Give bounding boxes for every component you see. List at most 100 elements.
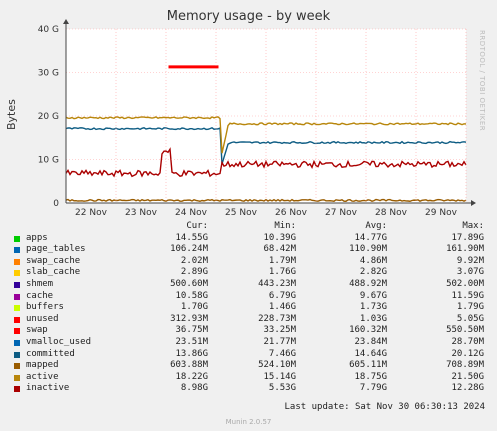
legend-label: shmem: [26, 278, 54, 289]
x-axis-arrow: [471, 200, 476, 206]
legend-swatch: [14, 386, 20, 393]
legend-min: 7.46G: [268, 348, 296, 359]
legend-cur: 312.93M: [170, 313, 208, 324]
legend-min: 6.79G: [268, 290, 296, 301]
last-update: Last update: Sat Nov 30 06:30:13 2024: [284, 402, 485, 412]
legend-avg: 1.03G: [359, 313, 387, 324]
legend-label: unused: [26, 313, 59, 324]
legend-max: 5.05G: [456, 313, 484, 324]
legend-swatch: [14, 270, 20, 277]
legend-label: active: [26, 371, 59, 382]
legend-cur: 10.58G: [175, 290, 208, 301]
legend-label: swap_cache: [26, 255, 81, 266]
legend-max: 161.90M: [446, 244, 484, 255]
legend-row-inactive: inactive 8.98G 5.53G 7.79G 12.28G: [8, 383, 496, 395]
legend-max: 20.12G: [451, 348, 484, 359]
legend-label: committed: [26, 348, 75, 359]
legend-min: 443.23M: [258, 278, 296, 289]
y-tick-label: 10 G: [38, 156, 59, 166]
legend-cur: 13.86G: [175, 348, 208, 359]
y-axis-arrow: [63, 19, 69, 24]
legend-row-committed: committed 13.86G 7.46G 14.64G 20.12G: [8, 349, 496, 361]
legend-col-max: Max:: [462, 221, 484, 231]
legend-col-cur: Cur:: [186, 221, 208, 231]
legend-row-unused: unused 312.93M 228.73M 1.03G 5.05G: [8, 314, 496, 326]
legend-col-min: Min:: [274, 221, 296, 231]
legend-label: apps: [26, 232, 48, 243]
legend-avg: 2.82G: [359, 267, 387, 278]
legend-max: 11.59G: [451, 290, 484, 301]
x-tick-label: 23 Nov: [125, 208, 158, 218]
legend-avg: 14.64G: [354, 348, 387, 359]
legend-max: 9.92M: [456, 255, 484, 266]
legend-cur: 603.88M: [170, 360, 208, 371]
munin-graph: Memory usage - by week RRDTOOL / TOBI OE…: [0, 0, 497, 431]
legend-cur: 1.70G: [180, 302, 208, 313]
legend-row-swap_cache: swap_cache 2.02M 1.79M 4.86M 9.92M: [8, 256, 496, 268]
legend-swatch: [14, 235, 20, 242]
legend-row-active: active 18.22G 15.14G 18.75G 21.50G: [8, 372, 496, 384]
legend-row-cache: cache 10.58G 6.79G 9.67G 11.59G: [8, 291, 496, 303]
legend-max: 17.89G: [451, 232, 484, 243]
legend-label: inactive: [26, 383, 70, 394]
legend-row-apps: apps 14.55G 10.39G 14.77G 17.89G: [8, 233, 496, 245]
legend-min: 33.25M: [263, 325, 296, 336]
y-tick-label: 40 G: [38, 25, 59, 35]
legend-row-mapped: mapped 603.88M 524.10M 605.11M 708.89M: [8, 360, 496, 372]
legend-max: 3.07G: [456, 267, 484, 278]
legend-cur: 2.02M: [180, 255, 208, 266]
x-tick-label: 22 Nov: [75, 208, 108, 218]
legend-swatch: [14, 328, 20, 335]
x-tick-label: 28 Nov: [375, 208, 408, 218]
legend-cur: 23.51M: [175, 336, 208, 347]
legend-max: 21.50G: [451, 371, 484, 382]
legend-cur: 18.22G: [175, 371, 208, 382]
legend-min: 15.14G: [263, 371, 296, 382]
legend: Cur: Min: Avg: Max: apps 14.55G 10.39G 14.7…: [8, 221, 496, 395]
legend-label: vmalloc_used: [26, 336, 92, 347]
legend-max: 28.70M: [451, 336, 484, 347]
y-tick-label: 0: [53, 199, 59, 209]
legend-label: swap: [26, 325, 48, 336]
legend-avg: 18.75G: [354, 371, 387, 382]
legend-avg: 23.84M: [354, 336, 387, 347]
plot-area: 0 10 G 20 G 30 G 40 G 22 Nov 23 Nov 24 Nov 25 No…: [38, 19, 476, 218]
legend-max: 550.50M: [446, 325, 484, 336]
legend-swatch: [14, 281, 20, 288]
legend-swatch: [14, 351, 20, 358]
legend-min: 68.42M: [263, 244, 296, 255]
legend-row-shmem: shmem 500.60M 443.23M 488.92M 502.00M: [8, 279, 496, 291]
legend-swatch: [14, 339, 20, 346]
legend-max: 502.00M: [446, 278, 484, 289]
x-tick-label: 26 Nov: [275, 208, 308, 218]
legend-swatch: [14, 258, 20, 265]
legend-rows: apps 14.55G 10.39G 14.77G 17.89G page_tables 1…: [8, 233, 496, 395]
legend-min: 1.79M: [268, 255, 296, 266]
legend-row-buffers: buffers 1.70G 1.46G 1.73G 1.79G: [8, 302, 496, 314]
legend-min: 228.73M: [258, 313, 296, 324]
legend-label: mapped: [26, 360, 59, 371]
legend-row-page_tables: page_tables 106.24M 68.42M 110.90M 161.90M: [8, 244, 496, 256]
x-tick-label: 29 Nov: [425, 208, 458, 218]
y-tick-label: 20 G: [38, 112, 59, 122]
legend-cur: 8.98G: [180, 383, 208, 394]
legend-min: 1.76G: [268, 267, 296, 278]
legend-label: buffers: [26, 302, 64, 313]
legend-avg: 488.92M: [349, 278, 387, 289]
legend-avg: 14.77G: [354, 232, 387, 243]
legend-avg: 9.67G: [359, 290, 387, 301]
legend-avg: 110.90M: [349, 244, 387, 255]
legend-min: 10.39G: [263, 232, 296, 243]
legend-cur: 2.89G: [180, 267, 208, 278]
legend-cur: 106.24M: [170, 244, 208, 255]
munin-footer: Munin 2.0.57: [225, 418, 272, 426]
legend-min: 524.10M: [258, 360, 296, 371]
legend-row-swap: swap 36.75M 33.25M 160.32M 550.50M: [8, 325, 496, 337]
legend-avg: 160.32M: [349, 325, 387, 336]
legend-label: page_tables: [26, 244, 86, 255]
legend-avg: 605.11M: [349, 360, 387, 371]
legend-min: 21.77M: [263, 336, 296, 347]
legend-swatch: [14, 316, 20, 323]
x-tick-label: 27 Nov: [325, 208, 358, 218]
legend-cur: 500.60M: [170, 278, 208, 289]
